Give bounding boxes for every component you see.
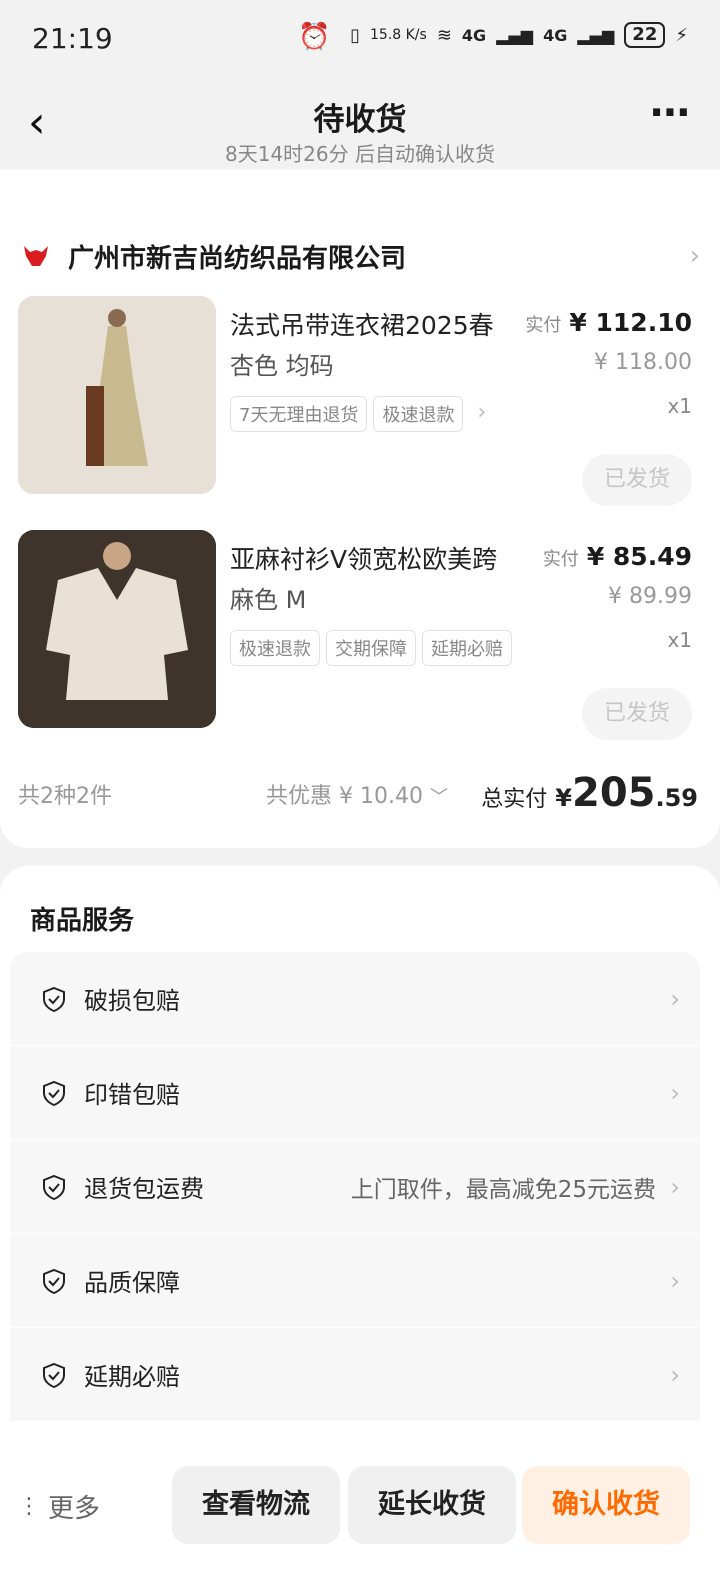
- tag: 极速退款: [373, 396, 464, 432]
- original-price: ¥ 89.99: [608, 584, 692, 609]
- more-options-icon[interactable]: ⋯: [650, 90, 692, 136]
- wifi-icon: ≋: [436, 24, 452, 46]
- shipped-badge: 已发货: [582, 688, 692, 740]
- chevron-right-icon: ›: [670, 1172, 680, 1201]
- auto-confirm-countdown: 8天14时26分 后自动确认收货: [225, 142, 495, 166]
- product-title: 法式吊带连衣裙2025春: [230, 311, 494, 340]
- service-label: 退货包运费: [84, 1175, 204, 1203]
- signal-4g-2: 4G: [543, 25, 568, 45]
- paid-label: 实付: [542, 549, 579, 570]
- quantity: x1: [667, 628, 692, 652]
- paid-amount: ¥ 112.10: [569, 308, 692, 337]
- services-title: 商品服务: [30, 906, 135, 936]
- status-time: 21:19: [32, 21, 113, 55]
- services-list: 破损包赔 › 印错包赔 › 退货包运费 上门取件，最高减免25元运费 › 品质保…: [10, 952, 700, 1422]
- service-item[interactable]: 退货包运费 上门取件，最高减免25元运费 ›: [10, 1140, 700, 1234]
- signal-icon-2: ▂▄▆: [577, 25, 615, 45]
- service-description: 上门取件，最高减免25元运费: [350, 1176, 656, 1203]
- product-title: 亚麻衬衫V领宽松欧美跨: [230, 545, 498, 574]
- alarm-icon: ⏰: [298, 22, 331, 52]
- service-label: 破损包赔: [84, 987, 180, 1015]
- total-decimal: .59: [655, 784, 698, 812]
- status-icons: ▯ 15.8 K/s ≋ 4G ▂▄▆ 4G ▂▄▆ 22 ⚡: [350, 22, 688, 48]
- net-speed: 15.8 K/s: [370, 27, 427, 43]
- shield-check-icon: [43, 1268, 65, 1294]
- service-item[interactable]: 印错包赔 ›: [10, 1046, 700, 1140]
- chevron-right-icon: ›: [670, 1360, 680, 1389]
- product-image[interactable]: [18, 296, 216, 494]
- shipped-badge: 已发货: [582, 454, 692, 506]
- paid-price: 实付 ¥ 112.10: [525, 308, 692, 337]
- service-item[interactable]: 延期必赔 ›: [10, 1328, 700, 1422]
- chevron-right-icon: ›: [670, 1266, 680, 1295]
- chevron-right-icon: ›: [670, 1078, 680, 1107]
- status-bar: 21:19 ⏰ ▯ 15.8 K/s ≋ 4G ▂▄▆ 4G ▂▄▆ 22 ⚡: [0, 0, 720, 76]
- vibrate-icon: ▯: [350, 24, 360, 46]
- charging-icon: ⚡: [675, 24, 688, 46]
- order-summary: 共2种2件 共优惠 ¥ 10.40 ﹀ 总实付 ¥ 205 .59: [18, 770, 698, 816]
- extend-receipt-button[interactable]: 延长收货: [348, 1466, 516, 1544]
- shield-check-icon: [43, 1174, 65, 1200]
- vertical-dots-icon: ⋮: [18, 1494, 40, 1519]
- bottom-action-bar: ⋮ 更多 查看物流 延长收货 确认收货: [0, 1448, 720, 1588]
- tag: 交期保障: [326, 630, 416, 666]
- paid-amount: ¥ 85.49: [586, 542, 692, 571]
- chevron-down-icon: ﹀: [429, 787, 448, 808]
- confirm-receipt-button[interactable]: 确认收货: [522, 1466, 690, 1544]
- shop-name: 广州市新吉尚纺织品有限公司: [68, 243, 407, 274]
- shield-check-icon: [43, 986, 65, 1012]
- item-count: 共2种2件: [18, 784, 112, 809]
- page-header: ‹ 待收货 8天14时26分 后自动确认收货 ⋯: [0, 76, 720, 172]
- service-item[interactable]: 破损包赔 ›: [10, 952, 700, 1046]
- paid-label: 实付: [525, 315, 562, 336]
- shop-row[interactable]: 广州市新吉尚纺织品有限公司 ›: [20, 236, 700, 276]
- signal-4g-1: 4G: [461, 25, 487, 45]
- original-price: ¥ 118.00: [594, 350, 692, 375]
- more-label: 更多: [48, 1494, 101, 1524]
- paid-price: 实付 ¥ 85.49: [543, 542, 692, 571]
- chevron-right-icon: ›: [670, 984, 680, 1013]
- product-item[interactable]: 亚麻衬衫V领宽松欧美跨 麻色 M 极速退款 交期保障 延期必赔 实付 ¥ 85.…: [18, 530, 698, 740]
- discount-text: 共优惠 ¥ 10.40: [266, 784, 423, 809]
- quantity: x1: [667, 394, 692, 418]
- product-image[interactable]: [18, 530, 216, 728]
- product-item[interactable]: 法式吊带连衣裙2025春 杏色 均码 7天无理由退货 极速退款 › 实付 ¥ 1…: [18, 296, 698, 506]
- discount-total[interactable]: 共优惠 ¥ 10.40 ﹀: [266, 778, 448, 810]
- battery-indicator: 22: [624, 22, 666, 48]
- more-button[interactable]: ⋮ 更多: [18, 1488, 100, 1525]
- view-logistics-button[interactable]: 查看物流: [172, 1466, 340, 1544]
- service-label: 延期必赔: [84, 1363, 180, 1391]
- chevron-right-icon: ›: [689, 241, 700, 271]
- chevron-right-icon[interactable]: ›: [477, 396, 486, 432]
- shield-check-icon: [43, 1080, 65, 1106]
- tag: 延期必赔: [422, 630, 512, 666]
- total-integer: 205: [571, 770, 656, 816]
- signal-icon: ▂▄▆: [496, 25, 534, 45]
- tag: 极速退款: [230, 630, 320, 666]
- total-label: 总实付: [481, 787, 548, 812]
- product-tags: 7天无理由退货 极速退款 ›: [230, 396, 486, 432]
- product-tags: 极速退款 交期保障 延期必赔: [230, 630, 512, 666]
- service-label: 印错包赔: [84, 1081, 180, 1109]
- tag: 7天无理由退货: [230, 396, 368, 432]
- shop-logo-icon: [20, 240, 52, 272]
- order-card: 广州市新吉尚纺织品有限公司 › 法式吊带连衣裙2025春 杏色 均码 7天无理由…: [0, 170, 720, 848]
- product-spec: 杏色 均码: [230, 352, 334, 380]
- shield-check-icon: [43, 1362, 65, 1388]
- currency-symbol: ¥: [555, 784, 572, 812]
- page-title: 待收货: [313, 102, 407, 138]
- product-spec: 麻色 M: [230, 586, 307, 614]
- service-label: 品质保障: [84, 1269, 180, 1297]
- service-item[interactable]: 品质保障 ›: [10, 1234, 700, 1328]
- total-paid: 总实付 ¥ 205 .59: [481, 770, 698, 816]
